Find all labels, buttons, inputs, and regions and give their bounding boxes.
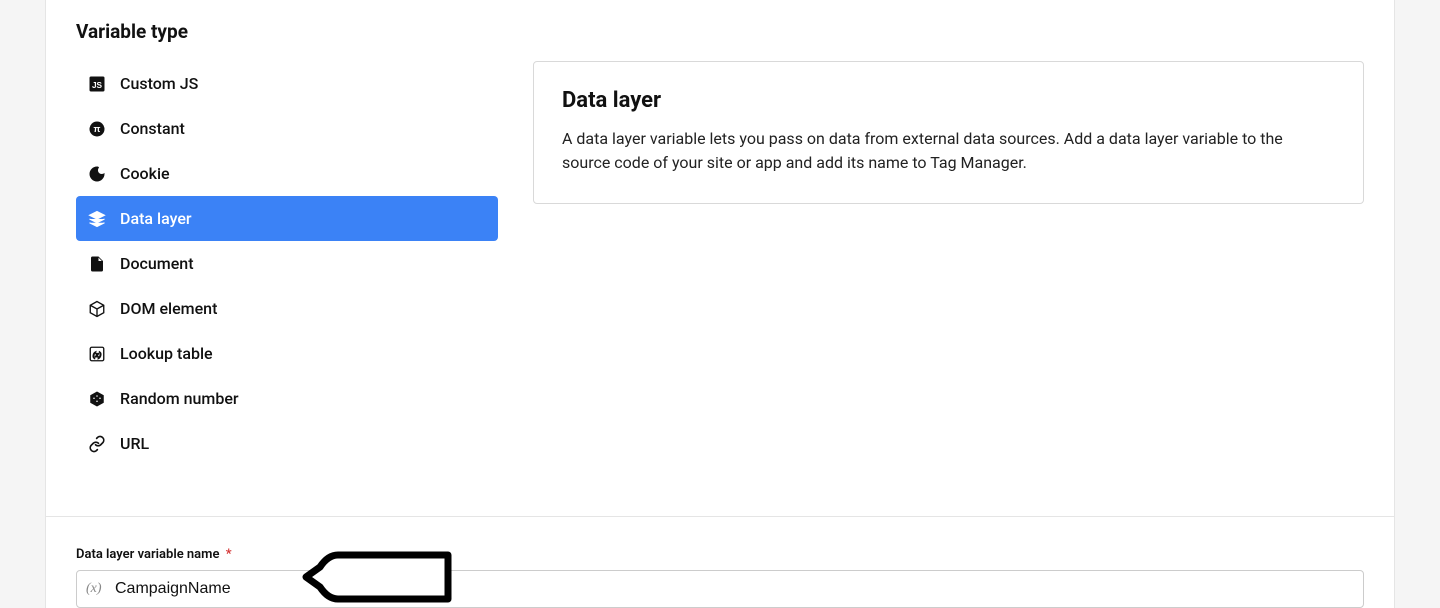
page-container: Variable type JS Custom JS π Constant (45, 0, 1395, 608)
field-area: Data layer variable name * (x) (46, 517, 1394, 608)
variable-type-list: JS Custom JS π Constant (76, 61, 498, 466)
lookup-icon: (x) (88, 345, 106, 363)
type-item-random-number[interactable]: Random number (76, 376, 498, 421)
type-item-lookup-table[interactable]: (x) Lookup table (76, 331, 498, 376)
svg-text:π: π (94, 124, 101, 134)
type-item-cookie[interactable]: Cookie (76, 151, 498, 196)
type-item-data-layer[interactable]: Data layer (76, 196, 498, 241)
label-text: Data layer variable name (76, 547, 219, 562)
type-item-label: Document (120, 254, 194, 273)
type-item-label: Data layer (120, 209, 192, 228)
info-card: Data layer A data layer variable lets yo… (533, 61, 1364, 204)
type-item-url[interactable]: URL (76, 421, 498, 466)
svg-text:(x): (x) (93, 350, 102, 359)
cube-icon (88, 300, 106, 318)
type-item-label: Custom JS (120, 74, 198, 93)
content-area: Variable type JS Custom JS π Constant (46, 0, 1394, 466)
svg-text:JS: JS (92, 80, 103, 89)
type-item-label: Cookie (120, 164, 170, 183)
dice-icon (88, 390, 106, 408)
type-item-label: Random number (120, 389, 239, 408)
link-icon (88, 435, 106, 453)
type-item-constant[interactable]: π Constant (76, 106, 498, 151)
type-item-label: Lookup table (120, 344, 213, 363)
variable-name-label: Data layer variable name * (76, 547, 232, 562)
input-wrapper: (x) (76, 570, 1364, 608)
required-indicator: * (226, 547, 232, 562)
js-icon: JS (88, 75, 106, 93)
type-item-label: Constant (120, 119, 185, 138)
info-column: Data layer A data layer variable lets yo… (533, 61, 1364, 466)
variable-name-input[interactable] (76, 570, 1364, 608)
type-item-dom-element[interactable]: DOM element (76, 286, 498, 331)
info-description: A data layer variable lets you pass on d… (562, 127, 1335, 175)
cookie-icon (88, 165, 106, 183)
constant-icon: π (88, 120, 106, 138)
type-item-custom-js[interactable]: JS Custom JS (76, 61, 498, 106)
layers-icon (88, 210, 106, 228)
type-item-label: URL (120, 434, 149, 453)
info-title: Data layer (562, 88, 1335, 113)
two-column-layout: JS Custom JS π Constant (76, 61, 1364, 466)
variable-type-column: JS Custom JS π Constant (76, 61, 498, 466)
section-title: Variable type (76, 20, 1364, 43)
type-item-label: DOM element (120, 299, 217, 318)
document-icon (88, 255, 106, 273)
type-item-document[interactable]: Document (76, 241, 498, 286)
